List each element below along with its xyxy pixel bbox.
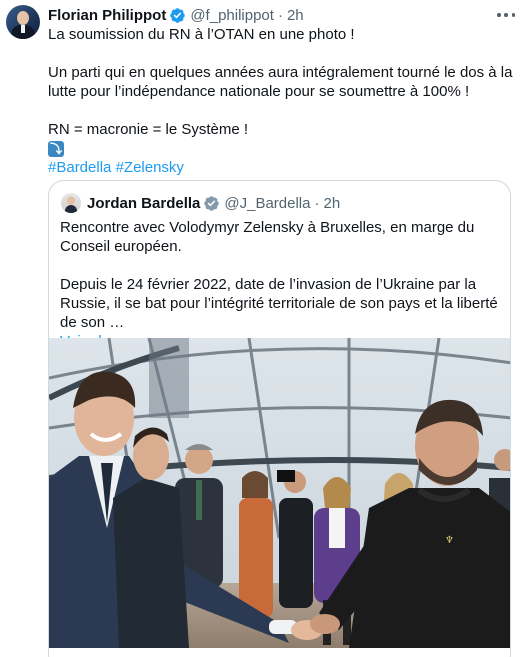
photo-illustration: ♆ — [49, 338, 510, 648]
quote-line-1: Rencontre avec Volodymyr Zelensky à Brux… — [60, 219, 475, 255]
quote-separator-dot: · — [314, 194, 320, 212]
quote-text: Rencontre avec Volodymyr Zelensky à Brux… — [60, 218, 500, 351]
quote-line-2: Depuis le 24 février 2022, date de l’inv… — [60, 276, 498, 331]
more-options-icon[interactable] — [494, 6, 518, 24]
tweet-line-2: Un parti qui en quelques années aura int… — [48, 64, 513, 100]
quote-timestamp[interactable]: 2h — [323, 195, 340, 212]
svg-text:♆: ♆ — [445, 535, 454, 546]
author-avatar[interactable] — [6, 5, 40, 39]
author-name[interactable]: Florian Philippot — [48, 7, 166, 24]
hashtags: #Bardella #Zelensky — [48, 158, 518, 177]
tweet-line-3: RN = macronie = le Système ! — [48, 121, 249, 138]
quote-author-handle[interactable]: @J_Bardella — [224, 195, 310, 212]
quote-header: Jordan Bardella @J_Bardella · 2h — [61, 193, 340, 213]
quote-photo[interactable]: ♆ — [49, 338, 510, 648]
arrow-down-emoji-icon: ⤵ — [48, 141, 64, 157]
verified-badge-icon — [204, 195, 220, 211]
tweet-header: Florian Philippot @f_philippot · 2h — [48, 5, 304, 25]
verified-badge-icon — [170, 7, 186, 23]
timestamp[interactable]: 2h — [287, 7, 304, 24]
tweet-line-1: La soumission du RN à l’OTAN en une phot… — [48, 26, 355, 43]
separator-dot: · — [277, 6, 283, 24]
tweet: Florian Philippot @f_philippot · 2h La s… — [0, 0, 529, 657]
quoted-tweet[interactable]: Jordan Bardella @J_Bardella · 2h Rencont… — [48, 180, 511, 657]
tweet-text: La soumission du RN à l’OTAN en une phot… — [48, 25, 518, 177]
quote-author-avatar[interactable] — [61, 193, 81, 213]
hashtag-bardella[interactable]: #Bardella — [48, 159, 111, 176]
author-handle[interactable]: @f_philippot — [190, 7, 274, 24]
quote-author-name[interactable]: Jordan Bardella — [87, 195, 200, 212]
hashtag-zelensky[interactable]: #Zelensky — [116, 159, 184, 176]
